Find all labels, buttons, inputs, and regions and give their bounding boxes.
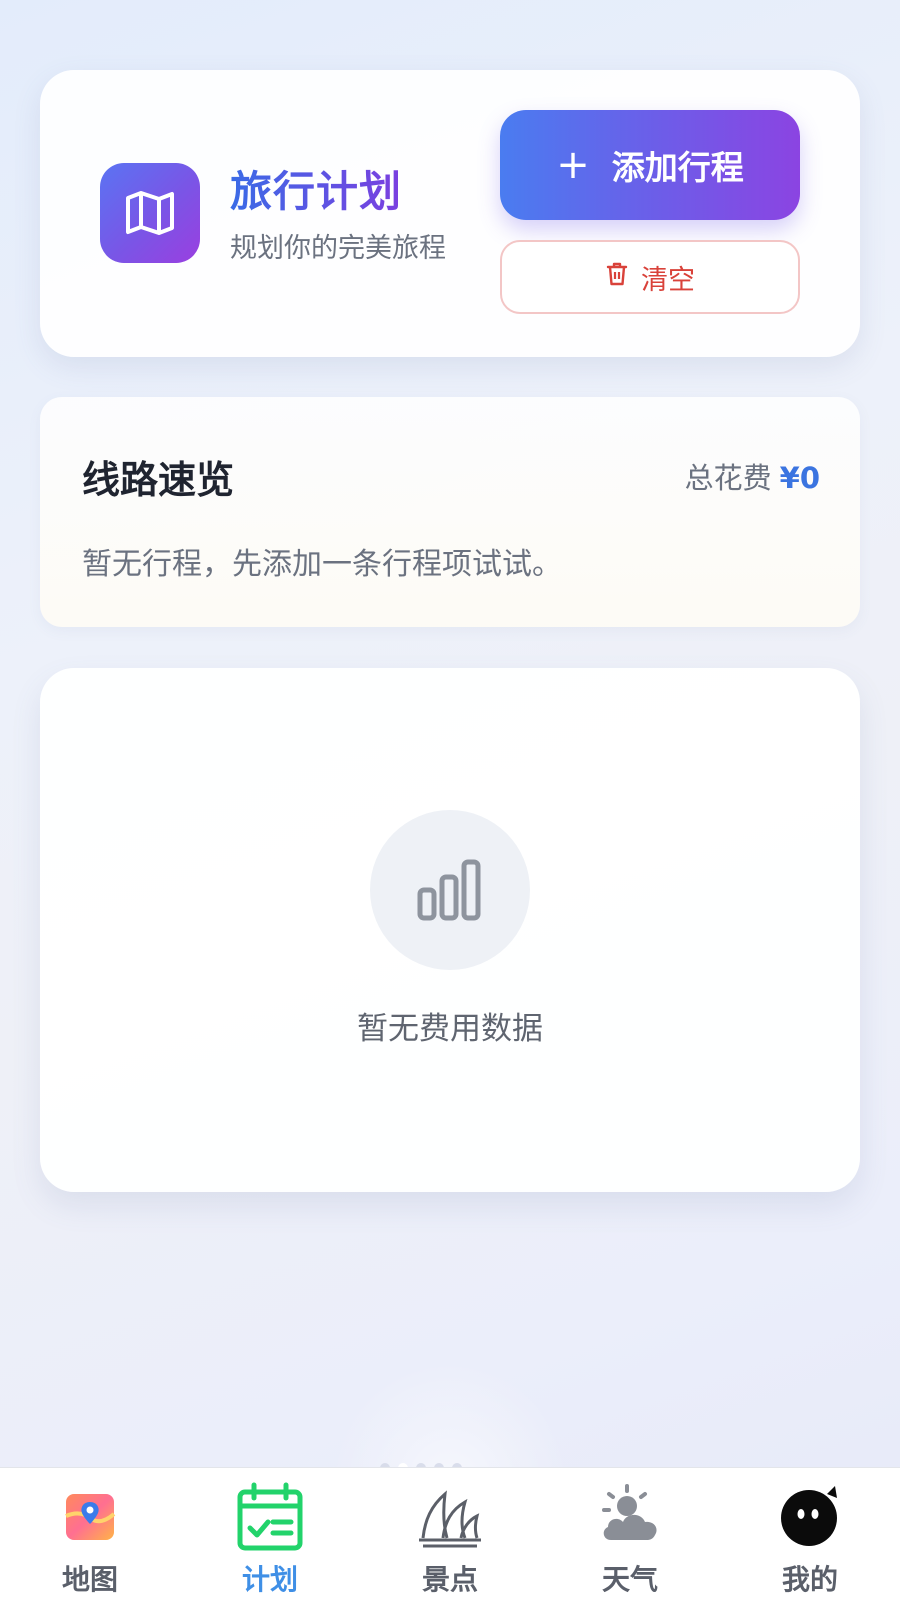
total-cost-label: 总花费 bbox=[684, 461, 772, 495]
nav-label-weather: 天气 bbox=[601, 1563, 658, 1596]
nav-item-plan[interactable]: 计划 bbox=[180, 1468, 360, 1600]
nav-label-profile: 我的 bbox=[781, 1563, 838, 1596]
calendar-check-icon bbox=[235, 1482, 305, 1552]
nav-label-map: 地图 bbox=[61, 1563, 118, 1596]
route-empty-message: 暂无行程，先添加一条行程项试试。 bbox=[82, 547, 562, 582]
trash-icon bbox=[605, 261, 629, 294]
header-card: 旅行计划 规划你的完美旅程 + 添加行程 清空 bbox=[40, 70, 860, 357]
nav-label-attractions: 景点 bbox=[421, 1563, 478, 1596]
map-icon bbox=[100, 163, 200, 263]
nav-item-profile[interactable]: 我的 bbox=[720, 1468, 900, 1600]
add-itinerary-label: 添加行程 bbox=[611, 148, 744, 187]
bar-chart-icon bbox=[370, 810, 530, 970]
total-cost: 总花费 ¥0 bbox=[685, 455, 820, 497]
page-subtitle: 规划你的完美旅程 bbox=[230, 233, 446, 264]
nav-item-weather[interactable]: 天气 bbox=[540, 1468, 720, 1600]
add-itinerary-button[interactable]: + 添加行程 bbox=[500, 110, 800, 220]
nav-item-map[interactable]: 地图 bbox=[0, 1468, 180, 1600]
page-title: 旅行计划 bbox=[230, 158, 402, 219]
clear-label: 清空 bbox=[641, 264, 695, 296]
clear-button[interactable]: 清空 bbox=[500, 240, 800, 314]
opera-house-icon bbox=[415, 1482, 485, 1552]
route-overview-title: 线路速览 bbox=[82, 458, 235, 502]
total-cost-value: ¥0 bbox=[779, 461, 820, 495]
route-overview-card: 线路速览 总花费 ¥0 暂无行程，先添加一条行程项试试。 bbox=[40, 397, 860, 627]
expense-empty-message: 暂无费用数据 bbox=[357, 1011, 543, 1047]
bottom-nav: 地图 计划 景点 天气 我的 bbox=[0, 1467, 900, 1600]
sun-cloud-icon bbox=[595, 1482, 665, 1552]
nav-item-attractions[interactable]: 景点 bbox=[360, 1468, 540, 1600]
map-pin-icon bbox=[55, 1482, 125, 1552]
expense-card: 暂无费用数据 bbox=[40, 668, 860, 1192]
nav-label-plan: 计划 bbox=[241, 1563, 298, 1596]
profile-face-icon bbox=[775, 1482, 845, 1552]
plus-icon: + bbox=[556, 142, 590, 188]
